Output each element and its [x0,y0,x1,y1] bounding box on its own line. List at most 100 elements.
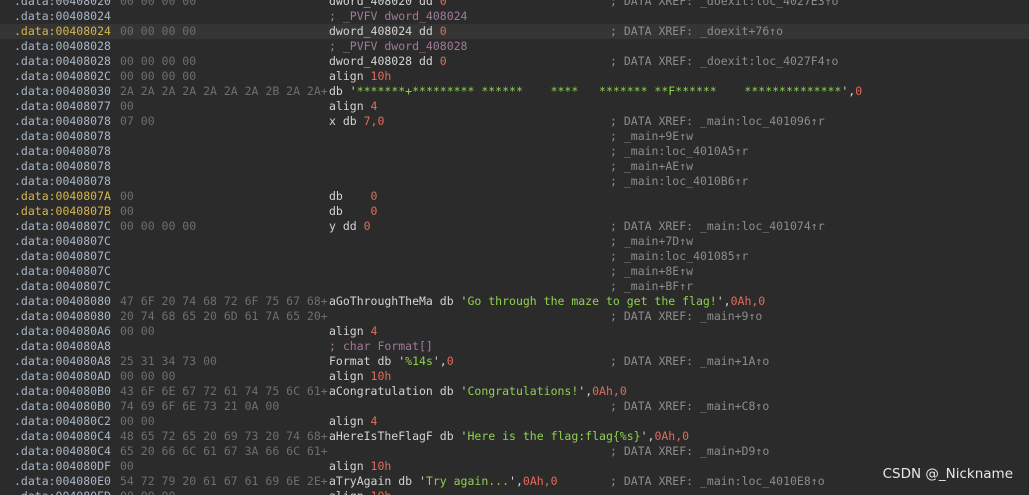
listing-line[interactable]: .data:00408024 ; _PVFV dword_408024 [0,9,1029,24]
line-instruction[interactable]: db '*******+********* ****** **** ******… [329,84,862,99]
listing-line[interactable]: .data:004080DF 00 align 10h [0,459,1029,474]
xref-comment[interactable]: ; _main:loc_401085↑r [610,249,748,264]
line-address[interactable]: .data:004080B0 [14,399,111,414]
line-address[interactable]: .data:00408024 [14,9,111,24]
xref-comment[interactable]: ; _main+9E↑w [610,129,693,144]
xref-comment[interactable]: ; DATA XREF: _main:loc_401096↑r [610,114,825,129]
line-instruction[interactable]: align 10h [329,69,391,84]
line-instruction[interactable]: x db 7,0 [329,114,384,129]
line-address[interactable]: .data:004080ED [14,489,111,495]
line-instruction[interactable]: align 10h [329,369,391,384]
line-address[interactable]: .data:004080A8 [14,339,111,354]
line-instruction[interactable]: aHereIsTheFlagF db 'Here is the flag:fla… [329,429,689,444]
xref-comment[interactable]: ; _main:loc_4010A5↑r [610,144,748,159]
line-instruction[interactable]: y dd 0 [329,219,371,234]
line-instruction[interactable]: Format db '%14s',0 [329,354,454,369]
line-address[interactable]: .data:00408030 [14,84,111,99]
line-address[interactable]: .data:0040807C [14,234,111,249]
line-address[interactable]: .data:0040807B [14,204,111,219]
line-address[interactable]: .data:0040807C [14,279,111,294]
line-address[interactable]: .data:004080C2 [14,414,111,429]
line-instruction[interactable]: align 10h [329,489,391,495]
xref-comment[interactable]: ; DATA XREF: _main+D9↑o [610,444,769,459]
listing-line[interactable]: .data:00408078 ; _main+9E↑w [0,129,1029,144]
line-address[interactable]: .data:004080E0 [14,474,111,489]
line-address[interactable]: .data:00408080 [14,309,111,324]
xref-comment[interactable]: ; DATA XREF: _main+9↑o [610,309,762,324]
xref-comment[interactable]: ; _main+8E↑w [610,264,693,279]
line-address[interactable]: .data:0040807C [14,264,111,279]
listing-line[interactable]: .data:004080A8 25 31 34 73 00 Format db '%… [0,354,1029,369]
listing-line[interactable]: .data:004080C2 00 00 align 4 [0,414,1029,429]
listing-line[interactable]: .data:004080AD 00 00 00 align 10h [0,369,1029,384]
xref-comment[interactable]: ; _main+7D↑w [610,234,693,249]
listing-line[interactable]: .data:00408024 00 00 00 00 dword_408024 dd… [0,24,1029,39]
listing-line[interactable]: .data:00408020 00 00 00 00 dword_408020 dd… [0,0,1029,9]
line-instruction[interactable]: dword_408020 dd 0 [329,0,447,9]
xref-comment[interactable]: ; _main+BF↑r [610,279,693,294]
line-instruction[interactable]: dword_408028 dd 0 [329,54,447,69]
listing-line[interactable]: .data:0040807B 00 db 0 [0,204,1029,219]
listing-line[interactable]: .data:004080C4 65 20 66 6C 61 67 3A 66 6C… [0,444,1029,459]
listing-line[interactable]: .data:00408077 00 align 4 [0,99,1029,114]
line-instruction[interactable]: ; _PVFV dword_408024 [329,9,467,24]
xref-comment[interactable]: ; DATA XREF: _doexit:loc_4027E3↑o [610,0,838,9]
listing-line[interactable]: .data:0040807C ; _main+7D↑w [0,234,1029,249]
xref-comment[interactable]: ; DATA XREF: _main:loc_4010E8↑o [610,474,825,489]
line-address[interactable]: .data:00408078 [14,159,111,174]
listing-line[interactable]: .data:00408028 00 00 00 00 dword_408028 dd… [0,54,1029,69]
line-instruction[interactable]: aCongratulation db 'Congratulations!',0A… [329,384,627,399]
listing-line[interactable]: .data:00408080 20 74 68 65 20 6D 61 7A 65… [0,309,1029,324]
listing-line[interactable]: .data:0040807C 00 00 00 00 y dd 0 ; DATA XR… [0,219,1029,234]
listing-line[interactable]: .data:0040807C ; _main+BF↑r [0,279,1029,294]
listing-line[interactable]: .data:0040807A 00 db 0 [0,189,1029,204]
line-address[interactable]: .data:004080C4 [14,429,111,444]
listing-line[interactable]: .data:00408078 ; _main+AE↑w [0,159,1029,174]
line-address[interactable]: .data:00408078 [14,144,111,159]
line-address[interactable]: .data:00408080 [14,294,111,309]
line-instruction[interactable]: align 4 [329,99,377,114]
line-address[interactable]: .data:0040802C [14,69,111,84]
line-instruction[interactable]: aTryAgain db 'Try again...',0Ah,0 [329,474,558,489]
listing-line[interactable]: .data:00408080 47 6F 20 74 68 72 6F 75 67… [0,294,1029,309]
line-instruction[interactable]: ; _PVFV dword_408028 [329,39,467,54]
listing-line[interactable]: .data:004080ED 00 00 00 align 10h [0,489,1029,495]
line-instruction[interactable]: align 4 [329,324,377,339]
line-instruction[interactable]: db 0 [329,189,377,204]
listing-line[interactable]: .data:004080E0 54 72 79 20 61 67 61 69 6E… [0,474,1029,489]
line-address[interactable]: .data:004080DF [14,459,111,474]
listing-line[interactable]: .data:0040807C ; _main+8E↑w [0,264,1029,279]
xref-comment[interactable]: ; DATA XREF: _main+1A↑o [610,354,769,369]
line-instruction[interactable]: align 10h [329,459,391,474]
listing-line[interactable]: .data:00408078 ; _main:loc_4010B6↑r [0,174,1029,189]
listing-line[interactable]: .data:0040807C ; _main:loc_401085↑r [0,249,1029,264]
line-address[interactable]: .data:00408028 [14,39,111,54]
line-address[interactable]: .data:0040807A [14,189,111,204]
line-address[interactable]: .data:0040807C [14,219,111,234]
line-address[interactable]: .data:004080A8 [14,354,111,369]
listing-line[interactable]: .data:00408078 ; _main:loc_4010A5↑r [0,144,1029,159]
listing-line[interactable]: .data:00408030 2A 2A 2A 2A 2A 2A 2A 2B 2A… [0,84,1029,99]
listing-line[interactable]: .data:00408028 ; _PVFV dword_408028 [0,39,1029,54]
line-address[interactable]: .data:00408078 [14,174,111,189]
listing-line[interactable]: .data:004080C4 48 65 72 65 20 69 73 20 74… [0,429,1029,444]
line-instruction[interactable]: dword_408024 dd 0 [329,24,447,39]
listing-line[interactable]: .data:0040802C 00 00 00 00 align 10h [0,69,1029,84]
line-instruction[interactable]: db 0 [329,204,377,219]
line-address[interactable]: .data:00408078 [14,114,111,129]
xref-comment[interactable]: ; DATA XREF: _main:loc_401074↑r [610,219,825,234]
line-instruction[interactable]: ; char Format[] [329,339,433,354]
listing-line[interactable]: .data:004080A8 ; char Format[] [0,339,1029,354]
xref-comment[interactable]: ; DATA XREF: _doexit:loc_4027F4↑o [610,54,838,69]
listing-line[interactable]: .data:00408078 07 00 x db 7,0 ; DATA XREF: … [0,114,1029,129]
xref-comment[interactable]: ; _main:loc_4010B6↑r [610,174,748,189]
xref-comment[interactable]: ; DATA XREF: _doexit+76↑o [610,24,783,39]
line-address[interactable]: .data:004080C4 [14,444,111,459]
line-address[interactable]: .data:00408024 [14,24,111,39]
listing-line[interactable]: .data:004080B0 74 69 6F 6E 73 21 0A 00 ; D… [0,399,1029,414]
line-address[interactable]: .data:00408028 [14,54,111,69]
disassembly-view[interactable]: .data:00408020 00 00 00 00 dword_408020 dd… [0,0,1029,495]
line-address[interactable]: .data:00408077 [14,99,111,114]
line-address[interactable]: .data:004080AD [14,369,111,384]
listing-line[interactable]: .data:004080A6 00 00 align 4 [0,324,1029,339]
